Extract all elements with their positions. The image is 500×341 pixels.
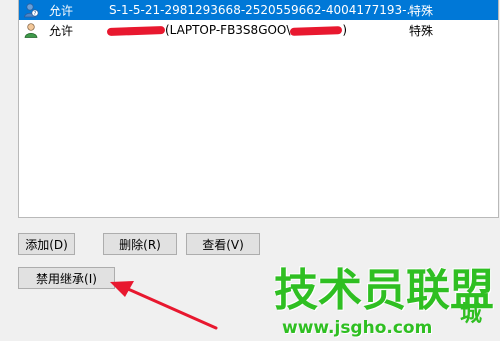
watermark-city: 城 [460, 302, 483, 327]
watermark: 技术员联盟 城 www.jsgho.com [270, 268, 500, 341]
watermark-url: www.jsgho.com [282, 318, 433, 338]
